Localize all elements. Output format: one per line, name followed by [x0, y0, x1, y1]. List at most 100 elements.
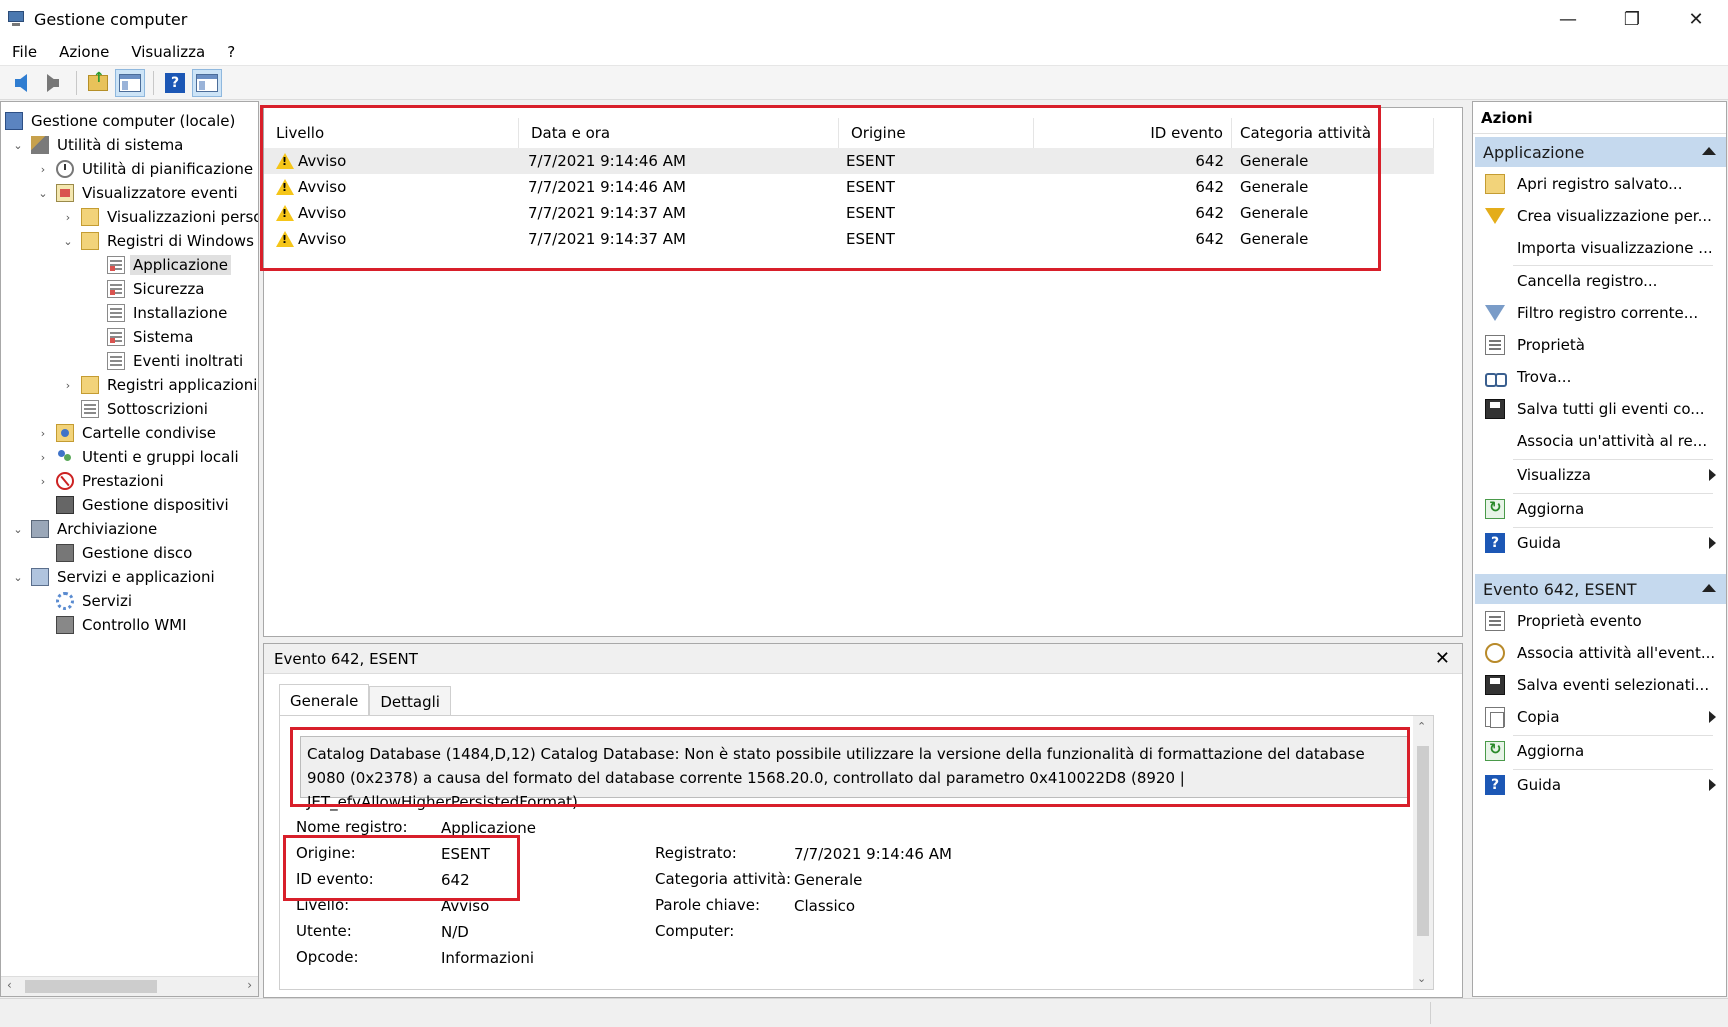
tree-item-services[interactable]: Servizi [56, 589, 135, 613]
minimize-button[interactable]: — [1536, 0, 1600, 38]
action-save-selected-events[interactable]: Salva eventi selezionati... [1475, 670, 1726, 700]
collapse-icon[interactable] [1702, 147, 1716, 155]
tree-item-performance[interactable]: › Prestazioni [36, 469, 167, 493]
computer-icon [5, 112, 23, 130]
action-open-saved-log[interactable]: Apri registro salvato... [1475, 169, 1726, 199]
close-button[interactable]: ✕ [1664, 0, 1728, 38]
action-event-properties[interactable]: Proprietà evento [1475, 606, 1726, 636]
actions-section-event[interactable]: Evento 642, ESENT [1475, 574, 1726, 604]
actions-section-application[interactable]: Applicazione [1475, 137, 1726, 167]
chevron-down-icon[interactable]: ⌄ [11, 523, 25, 536]
tree-item-forwarded-events[interactable]: Eventi inoltrati [107, 349, 246, 373]
tree-item-services-apps[interactable]: ⌄ Servizi e applicazioni [11, 565, 218, 589]
action-filter-current-log[interactable]: Filtro registro corrente... [1475, 298, 1726, 328]
action-import-custom-view[interactable]: Importa visualizzazione ... [1475, 233, 1726, 263]
chevron-down-icon[interactable]: ⌄ [36, 187, 50, 200]
show-hide-tree-button[interactable] [115, 68, 145, 97]
action-save-all-events[interactable]: Salva tutti gli eventi co... [1475, 394, 1726, 424]
tab-general[interactable]: Generale [279, 684, 370, 716]
tree-item-local-users[interactable]: › Utenti e gruppi locali [36, 445, 242, 469]
binoculars-icon [1485, 367, 1507, 387]
scroll-right-icon[interactable]: › [247, 978, 252, 992]
task-category-label: Categoria attività: [655, 870, 792, 888]
detail-title: Evento 642, ESENT [274, 649, 418, 668]
action-attach-task-to-log[interactable]: Associa un'attività al re... [1475, 426, 1726, 456]
chevron-down-icon[interactable]: ⌄ [61, 235, 75, 248]
tree-item-windows-logs[interactable]: ⌄ Registri di Windows [61, 229, 257, 253]
toolbar-separator [153, 70, 154, 95]
action-create-custom-view[interactable]: Crea visualizzazione per... [1475, 201, 1726, 231]
save-icon [1485, 399, 1505, 419]
tree-item-application-logs[interactable]: › Registri applicazioni [61, 373, 258, 397]
menu-file[interactable]: File [0, 43, 47, 61]
back-button[interactable] [6, 69, 36, 97]
users-icon [56, 448, 74, 466]
tree-item-disk-management[interactable]: Gestione disco [56, 541, 195, 565]
action-refresh-event[interactable]: Aggiorna [1475, 736, 1726, 766]
action-refresh[interactable]: Aggiorna [1475, 494, 1726, 524]
action-copy[interactable]: Copia [1475, 702, 1726, 732]
status-bar [0, 998, 1728, 1027]
tree-horizontal-scrollbar[interactable]: ‹ › [1, 976, 258, 996]
scroll-up-icon[interactable]: ⌃ [1417, 720, 1426, 733]
tree-item-security[interactable]: Sicurezza [107, 277, 207, 301]
tree-item-application[interactable]: Applicazione [107, 253, 232, 277]
opcode-value: Informazioni [441, 949, 534, 967]
action-properties[interactable]: Proprietà [1475, 330, 1726, 360]
tree-item-system[interactable]: Sistema [107, 325, 196, 349]
chevron-down-icon[interactable]: ⌄ [11, 139, 25, 152]
submenu-arrow-icon [1709, 537, 1716, 549]
chevron-right-icon[interactable]: › [61, 211, 75, 224]
menu-view[interactable]: Visualizza [119, 43, 215, 61]
help-icon: ? [1485, 533, 1505, 553]
task-category-value: Generale [794, 871, 863, 889]
tab-details[interactable]: Dettagli [369, 686, 451, 716]
show-hide-actions-button[interactable] [192, 68, 222, 97]
tree-item-task-scheduler[interactable]: › Utilità di pianificazione [36, 157, 256, 181]
up-level-button[interactable] [83, 69, 113, 97]
tree-item-shared-folders[interactable]: › Cartelle condivise [36, 421, 219, 445]
chevron-right-icon[interactable]: › [36, 451, 50, 464]
chevron-down-icon[interactable]: ⌄ [11, 571, 25, 584]
tree-item-custom-views[interactable]: › Visualizzazioni perso [61, 205, 258, 229]
scrollbar-thumb[interactable] [25, 980, 157, 993]
menu-action[interactable]: Azione [47, 43, 119, 61]
scroll-left-icon[interactable]: ‹ [7, 978, 12, 992]
tree-item-setup[interactable]: Installazione [107, 301, 230, 325]
tree-item-system-tools[interactable]: ⌄ Utilità di sistema [11, 133, 186, 157]
copy-icon [1485, 707, 1505, 728]
action-clear-log[interactable]: Cancella registro... [1475, 266, 1726, 296]
collapse-icon[interactable] [1702, 584, 1716, 592]
tree-item-event-viewer[interactable]: ⌄ Visualizzatore eventi [36, 181, 241, 205]
tree-item-subscriptions[interactable]: Sottoscrizioni [81, 397, 211, 421]
tree-item-device-manager[interactable]: Gestione dispositivi [56, 493, 232, 517]
toolbar: ? [0, 66, 1728, 100]
tree-item-wmi-control[interactable]: Controllo WMI [56, 613, 190, 637]
action-find[interactable]: Trova... [1475, 362, 1726, 392]
event-viewer-icon [56, 184, 74, 202]
scrollbar-thumb[interactable] [1417, 746, 1429, 936]
highlight-box-description [290, 727, 1410, 807]
chevron-right-icon[interactable]: › [36, 163, 50, 176]
task-icon [1485, 643, 1505, 663]
chevron-right-icon[interactable]: › [36, 475, 50, 488]
action-help-event[interactable]: ? Guida [1475, 770, 1726, 800]
forward-button[interactable] [38, 69, 68, 97]
action-attach-task-to-event[interactable]: Associa attività all'event... [1475, 638, 1726, 668]
chevron-right-icon[interactable]: › [61, 379, 75, 392]
chevron-right-icon[interactable]: › [36, 427, 50, 440]
folder-up-icon [88, 70, 108, 91]
device-manager-icon [56, 496, 74, 514]
menu-help[interactable]: ? [215, 43, 245, 61]
action-help[interactable]: ? Guida [1475, 528, 1726, 558]
maximize-button[interactable]: ❐ [1600, 0, 1664, 38]
close-detail-button[interactable]: ✕ [1435, 648, 1450, 669]
computer-label: Computer: [655, 922, 735, 940]
tree-item-computer-management[interactable]: Gestione computer (locale) [5, 109, 238, 133]
log-icon [107, 280, 125, 298]
help-toolbar-button[interactable]: ? [160, 69, 190, 97]
scroll-down-icon[interactable]: ⌄ [1417, 972, 1426, 985]
detail-vertical-scrollbar[interactable]: ⌃ ⌄ [1413, 716, 1433, 989]
tree-item-storage[interactable]: ⌄ Archiviazione [11, 517, 160, 541]
action-view[interactable]: Visualizza [1475, 460, 1726, 490]
